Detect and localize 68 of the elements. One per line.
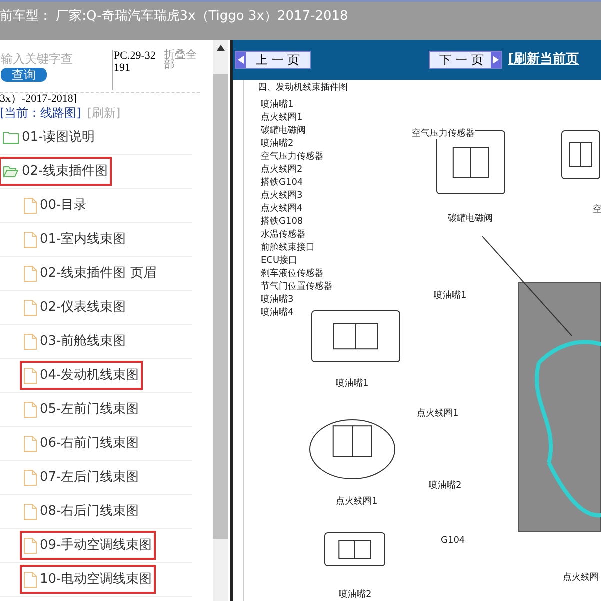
file-icon [24, 266, 37, 282]
file-icon [24, 572, 37, 588]
previous-page-button[interactable]: 上 一 页 [235, 51, 311, 69]
tree-item[interactable]: 10-电动空调线束图 [22, 566, 154, 592]
file-icon [24, 538, 37, 554]
file-icon [24, 334, 37, 350]
legend-text: 喷油嘴3 [261, 295, 295, 305]
tree-item[interactable]: 04-发动机线束图 [22, 362, 142, 388]
tree-item[interactable]: 08-右后门线束图 [22, 498, 142, 524]
file-icon [24, 402, 37, 418]
tree-item[interactable]: 01-读图说明 [1, 124, 98, 150]
model-text: 3x）-2017-2018] [0, 93, 78, 106]
tree-item[interactable]: 00-目录 [22, 192, 90, 218]
tree-item[interactable]: 01-室内线束图 [22, 226, 128, 252]
legend-text: 碳罐电磁阀 [261, 126, 307, 136]
legend-text: 刹车液位传感器 [261, 269, 325, 279]
legend-text: ECU接口 [261, 256, 299, 266]
legend-text: 喷油嘴1 [261, 100, 295, 110]
next-page-button[interactable]: 下 一 页 [428, 51, 502, 69]
file-icon [24, 232, 37, 248]
connector-label: 空气压力传感器 [412, 130, 475, 139]
connector-label: 喷油嘴2 [339, 591, 372, 600]
tree-item[interactable]: 05-左前门线束图 [22, 396, 142, 422]
file-icon [24, 368, 37, 384]
callout-label: G104 [441, 537, 466, 546]
legend-text: 点火线圈1 [261, 113, 304, 123]
tree-item[interactable]: 06-右前门线束图 [22, 430, 142, 456]
scroll-up-icon[interactable] [216, 45, 224, 51]
code-text: PC.29-32191 [114, 50, 157, 76]
tree-item[interactable]: 02-线束插件图 [1, 158, 110, 184]
legend-text: 喷油嘴2 [261, 139, 295, 149]
current-view-text: [当前：线路图] [0, 106, 82, 120]
callout-label: 喷油嘴2 [429, 482, 462, 491]
legend-text: 节气门位置传感器 [261, 282, 333, 292]
file-icon [24, 198, 37, 214]
legend-text: 喷油嘴4 [261, 308, 295, 318]
file-icon [24, 470, 37, 486]
document-heading: 四、发动机线束插件图 [258, 84, 348, 93]
legend-text: 搭铁G108 [261, 217, 304, 227]
callout-label: 喷油嘴1 [434, 292, 467, 301]
window-title: 前车型： 厂家:Q-奇瑞汽车瑞虎3x（Tiggo 3x）2017-2018 [0, 9, 348, 24]
legend-text: 点火线圈4 [261, 204, 304, 214]
file-icon [24, 504, 37, 520]
legend-text: 搭铁G104 [261, 178, 304, 188]
connector-label: 喷油嘴1 [336, 380, 369, 389]
tree-item[interactable]: 09-手动空调线束图 [22, 532, 154, 558]
search-button[interactable]: 查询 [1, 68, 47, 82]
tree-item[interactable]: 02-线束插件图 页眉 [22, 260, 158, 286]
tree-item[interactable]: 02-仪表线束图 [22, 294, 128, 320]
callout-label: 点火线圈1 [417, 410, 459, 419]
legend-text: 前舱线束接口 [261, 243, 316, 253]
search-field[interactable]: 输入关键字查 [0, 50, 110, 68]
scrollbar-thumb[interactable] [213, 74, 228, 539]
legend-text: 点火线圈3 [261, 191, 304, 201]
tree-item[interactable]: 07-左后门线束图 [22, 464, 142, 490]
scrollbar[interactable] [213, 40, 228, 601]
open-folder-icon [3, 165, 19, 178]
folder-icon [3, 131, 19, 144]
legend-text: 点火线圈2 [261, 165, 304, 175]
connector-label: 碳罐电磁阀 [448, 215, 493, 224]
legend-text: 空气压力传感器 [261, 152, 325, 162]
file-icon [24, 300, 37, 316]
connector-label: 点火线圈1 [336, 498, 378, 507]
legend-text: 水温传感器 [261, 230, 307, 240]
refresh-page-link[interactable]: [刷新当前页 [508, 50, 580, 70]
file-icon [24, 436, 37, 452]
tree-item[interactable]: 03-前舱线束图 [22, 328, 128, 354]
callout-label: 点火线圈 [563, 574, 599, 583]
